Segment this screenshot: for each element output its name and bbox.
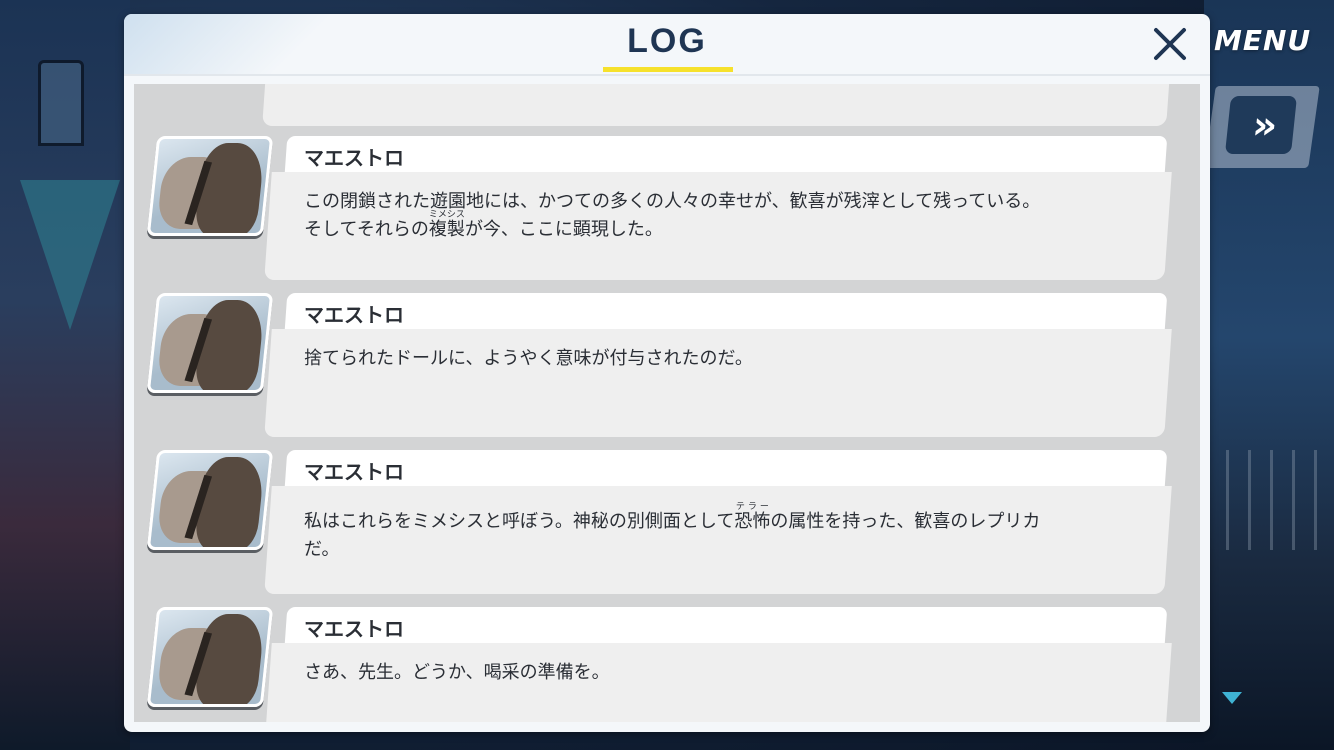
log-entry: マエストロ この閉鎖された遊園地には、かつての多くの人々の幸せが、歓喜が残滓とし… <box>134 136 1200 284</box>
close-button[interactable] <box>1148 22 1192 66</box>
dialog-bubble: マエストロ 私はこれらをミメシスと呼ぼう。神秘の別側面として恐怖テラーの属性を持… <box>264 450 1178 594</box>
menu-button[interactable]: MENU <box>1214 24 1311 57</box>
dialog-bubble: マエストロ さあ、先生。どうか、喝采の準備を。 <box>264 607 1178 722</box>
name-tab <box>284 293 1168 331</box>
log-entry: マエストロ さあ、先生。どうか、喝采の準備を。 <box>134 607 1200 722</box>
avatar <box>146 293 274 393</box>
name-tab <box>284 136 1168 174</box>
dialog-text: この閉鎖された遊園地には、かつての多くの人々の幸せが、歓喜が残滓として残っている… <box>304 191 1041 240</box>
name-tab <box>284 450 1168 488</box>
speaker-name: マエストロ <box>304 617 404 641</box>
speaker-name: マエストロ <box>304 460 404 484</box>
ruby-text: ミメシス <box>428 210 465 220</box>
log-title: LOG <box>627 22 707 60</box>
dialog-text: 私はこれらをミメシスと呼ぼう。神秘の別側面として恐怖テラーの属性を持った、歓喜の… <box>304 502 1041 560</box>
avatar <box>146 450 274 550</box>
avatar <box>146 607 274 707</box>
speaker-name: マエストロ <box>304 146 404 170</box>
dialog-text: 捨てられたドールに、ようやく意味が付与されたのだ。 <box>304 348 753 369</box>
street-lamp <box>38 60 84 146</box>
log-entry: マエストロ 私はこれらをミメシスと呼ぼう。神秘の別側面として恐怖テラーの属性を持… <box>134 450 1200 598</box>
name-tab <box>284 607 1168 645</box>
dialog-bubble: マエストロ 捨てられたドールに、ようやく意味が付与されたのだ。 <box>264 293 1178 437</box>
ruby-text: テラー <box>734 502 771 512</box>
speaker-name: マエストロ <box>304 303 404 327</box>
log-entry: マエストロ 捨てられたドールに、ようやく意味が付与されたのだ。 <box>134 293 1200 441</box>
dialog-text: さあ、先生。どうか、喝采の準備を。 <box>304 662 610 683</box>
close-icon <box>1154 28 1186 60</box>
down-arrow-icon[interactable] <box>1222 692 1242 704</box>
log-header: LOG <box>124 14 1210 76</box>
fast-forward-icon: » <box>1250 103 1272 147</box>
pennant-decoration <box>20 180 120 330</box>
log-list[interactable]: マエストロ この閉鎖された遊園地には、かつての多くの人々の幸せが、歓喜が残滓とし… <box>134 84 1200 722</box>
fast-forward-button[interactable]: » <box>1224 96 1298 154</box>
dialog-bubble: マエストロ この閉鎖された遊園地には、かつての多くの人々の幸せが、歓喜が残滓とし… <box>264 136 1178 280</box>
previous-entry-partial <box>262 84 1170 126</box>
fence-decoration <box>1204 450 1334 550</box>
avatar <box>146 136 274 236</box>
title-underline <box>603 67 733 72</box>
log-window: LOG マエストロ この閉鎖された遊園地には、かつての多くの人々の幸せが、歓喜が… <box>124 14 1210 732</box>
